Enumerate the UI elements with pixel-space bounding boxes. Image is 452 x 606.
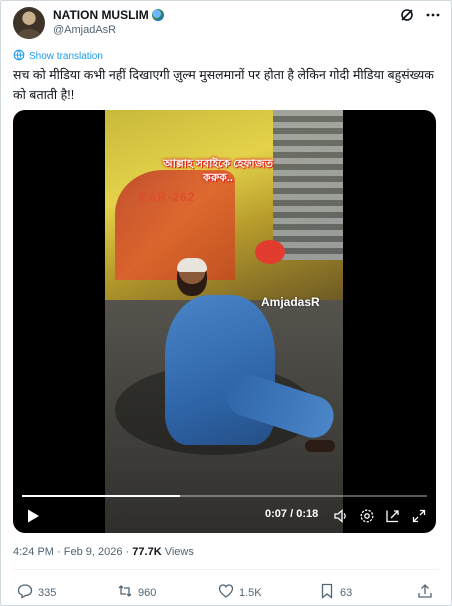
repost-button[interactable]: 960: [117, 583, 156, 602]
person-figure: [165, 295, 275, 445]
video-progress-bar[interactable]: [22, 495, 427, 497]
repost-icon: [117, 583, 133, 602]
tweet-card: NATION MUSLIM @AmjadAsR Show translation…: [0, 0, 452, 606]
action-bar: 335 960 1.5K 63: [13, 583, 439, 603]
fullscreen-icon[interactable]: [411, 508, 427, 524]
video-frame[interactable]: EAR-262 আল্লাহ সবাইকে হেফাজত করুক.. Amja…: [105, 110, 343, 533]
video-time: 0:07 / 0:18: [265, 508, 319, 520]
author-display-name[interactable]: NATION MUSLIM: [53, 8, 149, 22]
bookmark-icon: [319, 583, 335, 602]
play-icon[interactable]: [25, 508, 41, 524]
volume-icon[interactable]: [333, 508, 349, 524]
globe-emoji-icon: [151, 9, 164, 21]
tweet-date[interactable]: Feb 9, 2026: [64, 546, 123, 558]
views-label: Views: [164, 546, 194, 558]
bus-image: EAR-262: [105, 110, 343, 300]
tweet-text: सच को मीडिया कभी नहीं दिखाएगी ज़ुल्म मुस…: [13, 68, 434, 102]
reply-count: 335: [38, 586, 57, 599]
like-button[interactable]: 1.5K: [218, 583, 262, 602]
more-icon[interactable]: [425, 7, 441, 28]
video-progress-fill: [22, 495, 180, 497]
author-handle[interactable]: @AmjadAsR: [53, 24, 116, 36]
like-count: 1.5K: [239, 586, 262, 599]
share-icon: [417, 583, 433, 602]
tweet-header: NATION MUSLIM @AmjadAsR: [13, 7, 441, 43]
settings-icon[interactable]: [359, 508, 375, 524]
reply-icon: [17, 583, 33, 602]
bus-plate-text: EAR-262: [139, 190, 196, 204]
reply-button[interactable]: 335: [17, 583, 56, 602]
views-count: 77.7K: [132, 546, 162, 558]
video-current-time: 0:07: [265, 508, 288, 520]
bookmark-count: 63: [340, 586, 353, 599]
tweet-meta: 4:24 PM · Feb 9, 2026 · 77.7K Views: [13, 546, 194, 558]
heart-icon: [218, 583, 234, 602]
grok-icon[interactable]: [399, 7, 415, 28]
author-name-row[interactable]: NATION MUSLIM: [53, 8, 164, 22]
translate-icon: [13, 49, 25, 64]
header-actions: [399, 7, 441, 28]
avatar[interactable]: [13, 7, 45, 39]
video-controls: 0:07 / 0:18: [13, 506, 436, 530]
video-caption-overlay: আল্লাহ সবাইকে হেফাজত করুক..: [163, 158, 273, 184]
video-player[interactable]: EAR-262 আল্লাহ সবাইকে হেফাজত করুক.. Amja…: [13, 110, 436, 533]
show-translation-label[interactable]: Show translation: [29, 51, 103, 62]
video-watermark: AmjadasR: [261, 295, 320, 309]
repost-count: 960: [138, 586, 157, 599]
video-duration: 0:18: [296, 508, 319, 520]
bookmark-button[interactable]: 63: [319, 583, 352, 602]
divider: [13, 569, 439, 570]
show-translation-link[interactable]: Show translation: [13, 49, 103, 64]
tweet-time[interactable]: 4:24 PM: [13, 546, 54, 558]
share-button[interactable]: [417, 583, 433, 602]
popout-icon[interactable]: [385, 508, 401, 524]
